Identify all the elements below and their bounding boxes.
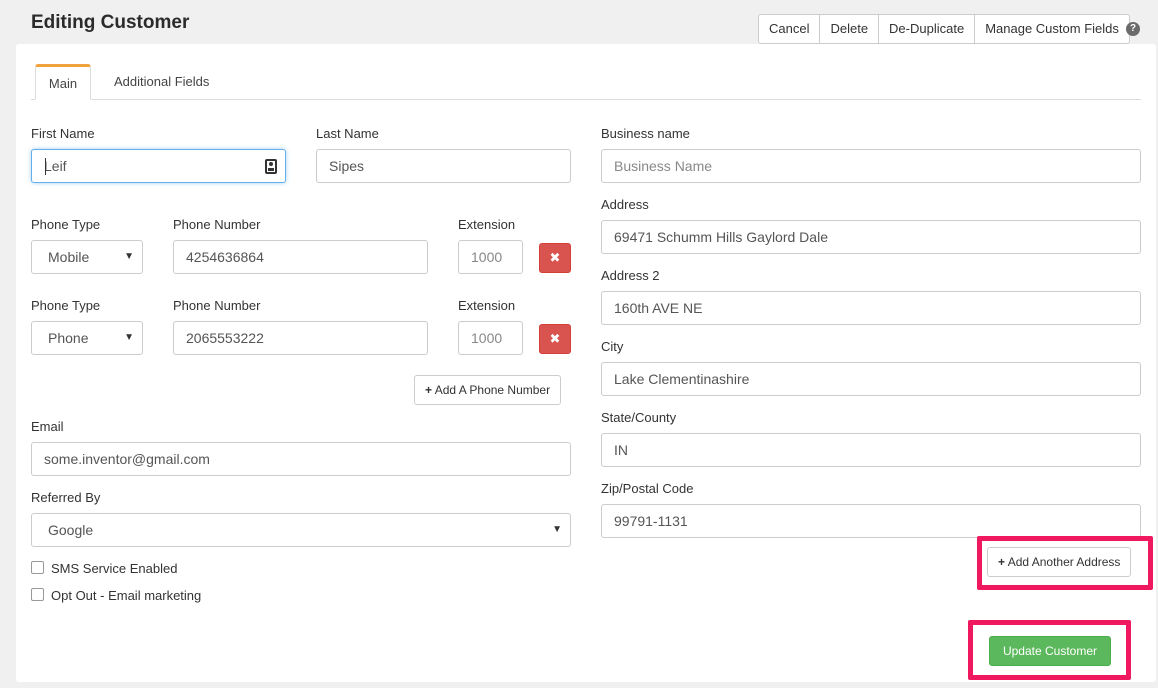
- phone-type-select[interactable]: Mobile ▼: [31, 240, 143, 274]
- tab-divider: [31, 99, 1141, 100]
- plus-icon: +: [998, 555, 1006, 569]
- phone-type-label: Phone Type: [31, 298, 101, 313]
- business-name-label: Business name: [601, 126, 690, 141]
- delete-phone-button[interactable]: ✖: [539, 324, 571, 354]
- opt-out-email-label: Opt Out - Email marketing: [51, 588, 202, 603]
- de-duplicate-button[interactable]: De-Duplicate: [878, 14, 976, 44]
- phone-type-value: Phone: [48, 330, 89, 346]
- sms-service-checkbox[interactable]: [31, 561, 44, 574]
- delete-button[interactable]: Delete: [819, 14, 880, 44]
- tab-additional-fields[interactable]: Additional Fields: [114, 74, 209, 89]
- cancel-button[interactable]: Cancel: [758, 14, 821, 44]
- extension-label: Extension: [458, 217, 516, 232]
- sms-service-label: SMS Service Enabled: [51, 561, 178, 576]
- add-another-address-button[interactable]: + Add Another Address: [987, 547, 1132, 577]
- plus-icon: +: [425, 383, 433, 397]
- text-caret: [45, 158, 46, 175]
- first-name-label: First Name: [31, 126, 95, 141]
- first-name-input[interactable]: Leif: [31, 149, 286, 183]
- add-phone-number-label: Add A Phone Number: [434, 383, 551, 397]
- zip-postal-code-input[interactable]: 99791-1131: [601, 504, 1141, 538]
- zip-postal-code-label: Zip/Postal Code: [601, 481, 694, 496]
- address-input[interactable]: 69471 Schumm Hills Gaylord Dale: [601, 220, 1141, 254]
- update-customer-button[interactable]: Update Customer: [989, 636, 1111, 666]
- state-county-input[interactable]: IN: [601, 433, 1141, 467]
- help-icon[interactable]: ?: [1126, 22, 1140, 36]
- add-another-address-label: Add Another Address: [1007, 555, 1121, 569]
- phone-type-label: Phone Type: [31, 217, 101, 232]
- phone-number-input[interactable]: 4254636864: [173, 240, 428, 274]
- tab-main[interactable]: Main: [35, 64, 91, 100]
- referred-by-select[interactable]: Google ▼: [31, 513, 571, 547]
- add-phone-number-button[interactable]: + Add A Phone Number: [414, 375, 562, 405]
- business-name-input[interactable]: Business Name: [601, 149, 1141, 183]
- manage-custom-fields-button[interactable]: Manage Custom Fields: [974, 14, 1130, 44]
- last-name-label: Last Name: [316, 126, 379, 141]
- city-label: City: [601, 339, 624, 354]
- address-2-input[interactable]: 160th AVE NE: [601, 291, 1141, 325]
- contact-card-icon[interactable]: [265, 159, 277, 174]
- email-input[interactable]: some.inventor@gmail.com: [31, 442, 571, 476]
- extension-input[interactable]: 1000: [458, 240, 523, 274]
- phone-number-label: Phone Number: [173, 298, 261, 313]
- page-title: Editing Customer: [31, 12, 190, 33]
- city-input[interactable]: Lake Clementinashire: [601, 362, 1141, 396]
- last-name-input[interactable]: Sipes: [316, 149, 571, 183]
- address-2-label: Address 2: [601, 268, 660, 283]
- extension-input[interactable]: 1000: [458, 321, 523, 355]
- referred-by-value: Google: [48, 522, 94, 538]
- header-actions: Cancel Delete De-Duplicate Manage Custom…: [758, 14, 1130, 44]
- first-name-value: Leif: [44, 158, 67, 174]
- phone-type-value: Mobile: [48, 249, 90, 265]
- email-label: Email: [31, 419, 64, 434]
- opt-out-email-checkbox[interactable]: [31, 588, 44, 601]
- extension-label: Extension: [458, 298, 516, 313]
- referred-by-label: Referred By: [31, 490, 101, 505]
- chevron-down-icon: ▼: [124, 251, 134, 262]
- phone-type-select[interactable]: Phone ▼: [31, 321, 143, 355]
- state-county-label: State/County: [601, 410, 677, 425]
- delete-phone-button[interactable]: ✖: [539, 243, 571, 273]
- chevron-down-icon: ▼: [552, 524, 562, 535]
- chevron-down-icon: ▼: [124, 332, 134, 343]
- address-label: Address: [601, 197, 649, 212]
- phone-number-label: Phone Number: [173, 217, 261, 232]
- phone-number-input[interactable]: 2065553222: [173, 321, 428, 355]
